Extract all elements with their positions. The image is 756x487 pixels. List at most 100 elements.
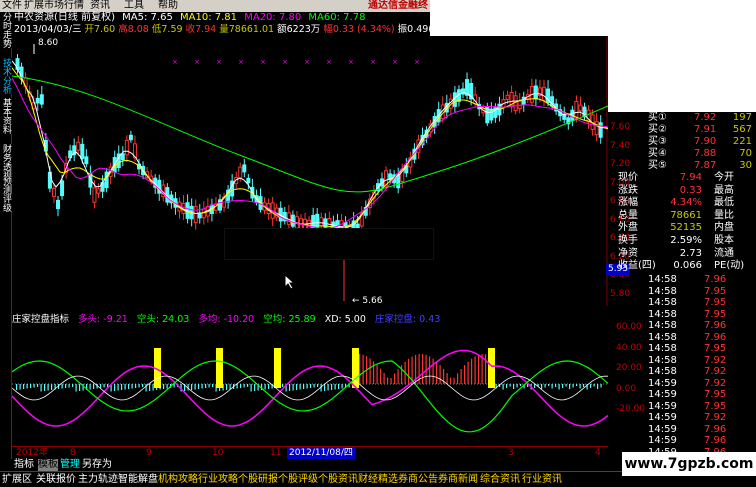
extension-tab[interactable]: 行业资讯 bbox=[522, 473, 562, 487]
date-tick: 11 bbox=[270, 448, 282, 458]
menu-item[interactable]: 资讯 bbox=[90, 0, 110, 12]
amount-label: 额6223万 bbox=[277, 24, 321, 35]
extension-tab[interactable]: 扩展区 bbox=[2, 473, 32, 487]
indicator-tab[interactable]: 另存为 bbox=[82, 459, 112, 471]
left-tab[interactable]: 基本资料 bbox=[0, 98, 12, 134]
extension-tab[interactable]: 券商公告 bbox=[398, 473, 438, 487]
histogram-bar bbox=[289, 384, 291, 391]
tick-row: 14:59 7.92 bbox=[644, 378, 756, 390]
tick-price: 7.96 bbox=[704, 423, 727, 435]
candle-body bbox=[60, 180, 65, 197]
candle-body bbox=[76, 141, 81, 151]
signal-marker: × bbox=[282, 58, 288, 66]
left-tab[interactable]: 技术分析 bbox=[0, 58, 12, 94]
histogram-bar bbox=[33, 384, 35, 388]
candle-body bbox=[238, 166, 243, 179]
histogram-bar bbox=[268, 384, 270, 389]
extension-tab[interactable]: 主力轨迹 bbox=[78, 473, 118, 487]
extension-tab[interactable]: 智能解盘 bbox=[118, 473, 158, 487]
tick-time: 14:58 bbox=[648, 343, 677, 354]
histogram-bar bbox=[163, 384, 165, 389]
price-tick: 7.40 bbox=[610, 140, 631, 151]
histogram-bar bbox=[590, 384, 592, 388]
indicator-tab[interactable]: 模板 bbox=[38, 459, 58, 471]
left-tab[interactable]: 预测评级 bbox=[0, 176, 12, 212]
candle-body bbox=[578, 104, 583, 112]
tick-time: 14:59 bbox=[648, 400, 677, 412]
histogram-bar bbox=[166, 384, 168, 389]
histogram-bar bbox=[131, 384, 133, 389]
menu-item[interactable]: 帮助 bbox=[158, 0, 178, 12]
stat-value: 7.94 bbox=[679, 172, 702, 183]
tick-row: 14:59 7.95 bbox=[644, 389, 756, 401]
tick-price: 7.96 bbox=[704, 320, 727, 331]
tick-price: 7.95 bbox=[704, 297, 727, 308]
histogram-bar bbox=[436, 361, 438, 384]
stat-value: 4.34% bbox=[670, 197, 702, 209]
candle-body bbox=[315, 213, 320, 230]
histogram-bar bbox=[72, 384, 74, 387]
signal-marker: × bbox=[304, 58, 310, 66]
indicator-tick: 0.00 bbox=[616, 383, 637, 394]
extension-tab[interactable]: 财经精选 bbox=[358, 473, 398, 487]
quote-volume: 70 bbox=[739, 148, 752, 159]
menu-item[interactable]: 扩展市场行情 bbox=[24, 0, 84, 12]
tick-list[interactable]: 14:58 7.96 14:58 7.95 14:58 7.95 14:58 7.95 14:5… bbox=[644, 274, 756, 464]
candlestick-chart[interactable]: × × × × × × × × × × × × bbox=[12, 36, 608, 306]
high-price-label: 8.60 bbox=[38, 38, 59, 48]
extension-tab[interactable]: 行业攻略 bbox=[198, 473, 238, 487]
tick-time: 14:59 bbox=[648, 377, 677, 389]
stat-label: 收益(四) bbox=[618, 260, 656, 272]
signal-marker: × bbox=[216, 58, 222, 66]
menu-item[interactable]: 文件 bbox=[2, 0, 22, 12]
histogram-bar bbox=[121, 384, 123, 390]
histogram-bar bbox=[513, 384, 515, 389]
histogram-bar bbox=[75, 384, 77, 392]
candle-body bbox=[505, 94, 510, 101]
histogram-bar bbox=[65, 384, 67, 388]
indicator-name: 庄家控盘指标 bbox=[12, 314, 70, 325]
left-tab[interactable]: 分时走势 bbox=[0, 12, 12, 48]
quote-row: 买① 7.92 197 bbox=[644, 112, 756, 124]
duojun-label: 多均: -10.20 bbox=[198, 314, 255, 325]
histogram-bar bbox=[236, 384, 238, 389]
stat-value: 2.59% bbox=[670, 235, 702, 246]
indicator-tab[interactable]: 管理 bbox=[60, 459, 80, 471]
extension-tab[interactable]: 个股评级 bbox=[278, 473, 318, 487]
stat-label-2: 最高 bbox=[714, 184, 734, 196]
candle-body bbox=[319, 217, 324, 227]
histogram-bar bbox=[135, 384, 137, 388]
indicator-chart[interactable] bbox=[12, 326, 608, 444]
extension-tab[interactable]: 个股资讯 bbox=[318, 473, 358, 487]
extension-tab[interactable]: 关联报价 bbox=[36, 473, 76, 487]
histogram-bar bbox=[310, 384, 312, 388]
histogram-bar bbox=[240, 384, 242, 388]
histogram-bar bbox=[292, 384, 294, 391]
extension-tab[interactable]: 机构攻略 bbox=[158, 473, 198, 487]
candle-body bbox=[533, 85, 538, 100]
histogram-bar bbox=[68, 384, 70, 388]
indicator-tab[interactable]: 指标 bbox=[14, 459, 34, 471]
amplitude-label: (4.34%) bbox=[357, 24, 395, 35]
signal-marker: × bbox=[414, 58, 420, 66]
extension-tab[interactable]: 券商新闻 bbox=[438, 473, 478, 487]
histogram-bar bbox=[597, 384, 599, 389]
quote-row: 买② 7.91 567 bbox=[644, 124, 756, 136]
histogram-bar bbox=[502, 384, 504, 390]
histogram-bar bbox=[485, 354, 487, 384]
left-tab[interactable]: 财务透视 bbox=[0, 144, 12, 180]
menu-item[interactable]: 工具 bbox=[124, 0, 144, 12]
histogram-bar bbox=[376, 364, 378, 384]
extension-tab[interactable]: 个股研报 bbox=[238, 473, 278, 487]
histogram-bar bbox=[373, 361, 375, 384]
quote-label: 买⑤ bbox=[648, 160, 667, 171]
date-tick: 2012年 bbox=[16, 448, 48, 458]
candle-body bbox=[56, 199, 60, 210]
histogram-bar bbox=[600, 384, 602, 388]
candle-body bbox=[242, 164, 247, 173]
tick-row: 14:58 7.92 bbox=[644, 355, 756, 367]
histogram-bar bbox=[478, 354, 480, 384]
histogram-bar bbox=[79, 384, 81, 391]
extension-tab[interactable]: 综合资讯 bbox=[480, 473, 520, 487]
change-label: 幅0.33 bbox=[323, 24, 354, 35]
